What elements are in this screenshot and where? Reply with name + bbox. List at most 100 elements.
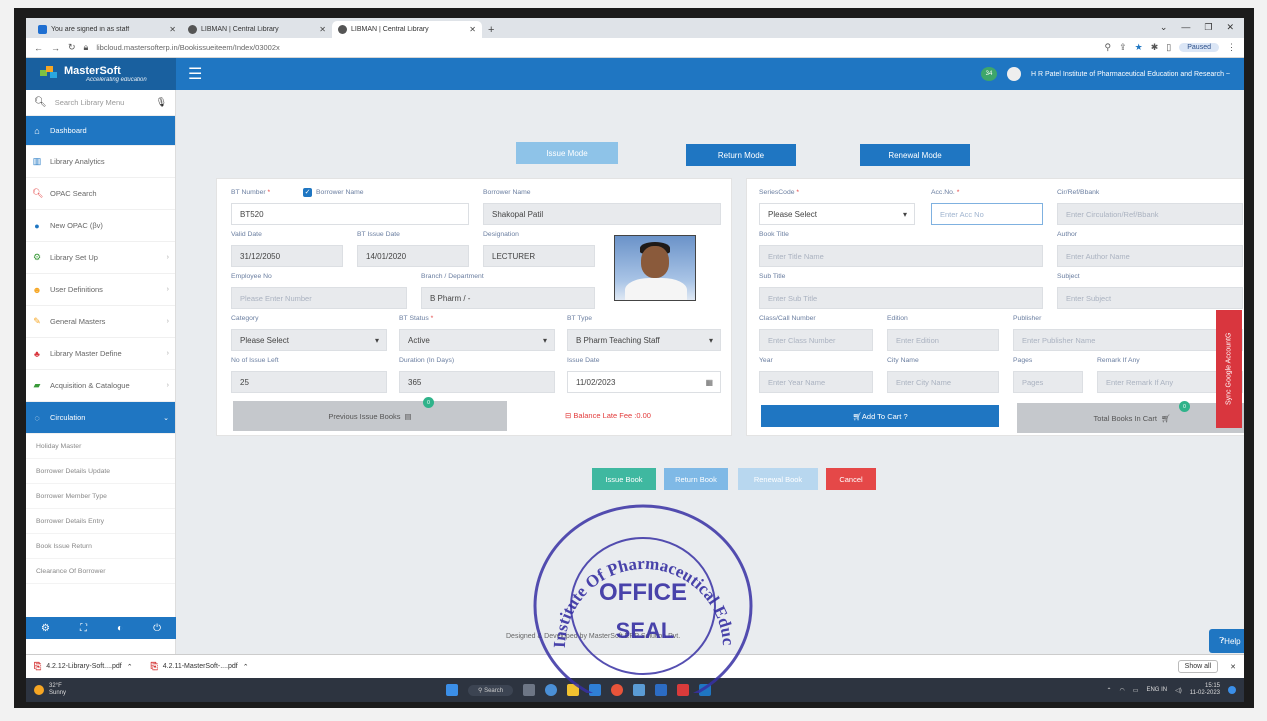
- sidebar-item-users[interactable]: ☻ User Definitions ›: [26, 274, 175, 306]
- subtitle-input[interactable]: Enter Sub Title: [759, 287, 1043, 309]
- reload-icon[interactable]: ↻: [68, 42, 76, 53]
- chevron-down-icon[interactable]: ⌄: [1160, 22, 1168, 33]
- app-icon[interactable]: [677, 684, 690, 696]
- new-tab-button[interactable]: +: [488, 24, 494, 36]
- hamburger-icon[interactable]: ☰: [188, 64, 202, 84]
- edge-icon[interactable]: [589, 684, 602, 696]
- settings-icon[interactable]: ⚙: [41, 623, 50, 634]
- kebab-menu-icon[interactable]: ⋮: [1227, 42, 1236, 53]
- chrome-icon[interactable]: [545, 684, 558, 696]
- sync-google-account-tab[interactable]: Sync Google Account G: [1216, 310, 1242, 428]
- renewal-mode-button[interactable]: Renewal Mode: [860, 144, 970, 166]
- chevron-up-icon[interactable]: ⌃: [127, 663, 133, 671]
- store-icon[interactable]: [655, 684, 668, 696]
- mail-icon[interactable]: [633, 684, 646, 696]
- sidebar-subitem[interactable]: Clearance Of Borrower: [26, 559, 175, 584]
- help-button[interactable]: ❓︎ Help: [1209, 629, 1244, 653]
- borrower-name-checkbox[interactable]: ✓ Borrower Name: [303, 188, 364, 197]
- sidebar-search[interactable]: 🔍︎ Search Library Menu 🎙︎: [26, 90, 175, 116]
- edition-input[interactable]: Enter Edition: [887, 329, 999, 351]
- clock-date[interactable]: 11-02-2023: [1190, 690, 1220, 697]
- category-select[interactable]: Please Select: [231, 329, 387, 351]
- return-book-button[interactable]: Return Book: [664, 468, 728, 490]
- calendar-icon[interactable]: ▦: [705, 378, 713, 387]
- acc-no-input[interactable]: Enter Acc No: [931, 203, 1043, 225]
- search-input[interactable]: Search Library Menu: [55, 98, 125, 107]
- city-input[interactable]: Enter City Name: [887, 371, 999, 393]
- windows-start-icon[interactable]: [446, 684, 458, 696]
- close-window-icon[interactable]: ✕: [1226, 22, 1234, 33]
- clock-time[interactable]: 15:15: [1190, 683, 1220, 690]
- sidebar-item-master-define[interactable]: ♣ Library Master Define ›: [26, 338, 175, 370]
- cancel-button[interactable]: Cancel: [826, 468, 876, 490]
- wifi-icon[interactable]: ◠: [1120, 687, 1125, 694]
- power-icon[interactable]: ⏻: [153, 623, 161, 634]
- show-all-button[interactable]: Show all: [1177, 660, 1219, 673]
- publisher-input[interactable]: Enter Publisher Name: [1013, 329, 1243, 351]
- close-icon[interactable]: ✕: [169, 25, 176, 34]
- institute-selector[interactable]: H R Patel Institute of Pharmaceutical Ed…: [1031, 71, 1230, 78]
- pages-input[interactable]: Pages: [1013, 371, 1083, 393]
- total-books-button[interactable]: Total Books In Cart 🛒︎: [1017, 403, 1244, 433]
- tray-chevron-icon[interactable]: ⌃: [1107, 687, 1112, 694]
- chrome-icon-2[interactable]: [611, 684, 624, 696]
- back-icon[interactable]: ←: [34, 43, 43, 53]
- issue-mode-button[interactable]: Issue Mode: [516, 142, 618, 164]
- maximize-icon[interactable]: ❐: [1204, 22, 1212, 33]
- hide-icon[interactable]: ◐: [117, 623, 123, 634]
- notification-dot-icon[interactable]: [1228, 686, 1236, 694]
- chevron-up-icon[interactable]: ⌃: [243, 663, 249, 671]
- add-to-cart-button[interactable]: 🛒︎ Add To Cart ?: [761, 405, 999, 427]
- display-icon[interactable]: ▭: [1133, 687, 1139, 694]
- book-title-input[interactable]: Enter Title Name: [759, 245, 1043, 267]
- author-input[interactable]: Enter Author Name: [1057, 245, 1243, 267]
- sidebar-item-new-opac[interactable]: ● New OPAC (βv): [26, 210, 175, 242]
- sidebar-item-analytics[interactable]: ▥ Library Analytics: [26, 146, 175, 178]
- weather-widget[interactable]: 32°F Sunny: [34, 683, 66, 696]
- sidebar-item-circulation[interactable]: ◌ Circulation ⌄: [26, 402, 175, 434]
- word-icon[interactable]: [699, 684, 712, 696]
- fullscreen-icon[interactable]: ⛶: [80, 623, 87, 634]
- profile-button[interactable]: Paused: [1179, 43, 1219, 52]
- download-item[interactable]: ⎘ 4.2.12-Library-Soft....pdf ⌃: [34, 661, 133, 672]
- browser-tab[interactable]: You are signed in as staff ✕: [32, 21, 182, 38]
- subject-input[interactable]: Enter Subject: [1057, 287, 1243, 309]
- browser-tab-active[interactable]: LIBMAN | Central Library ✕: [332, 21, 482, 38]
- close-icon[interactable]: ✕: [1230, 663, 1236, 671]
- close-icon[interactable]: ✕: [319, 25, 326, 34]
- close-icon[interactable]: ✕: [469, 25, 476, 34]
- class-input[interactable]: Enter Class Number: [759, 329, 873, 351]
- zoom-icon[interactable]: ⚲: [1105, 42, 1112, 53]
- microphone-icon[interactable]: 🎙︎: [156, 97, 167, 108]
- task-view-icon[interactable]: [523, 684, 536, 696]
- previous-issue-books-button[interactable]: Previous Issue Books ▤: [233, 401, 507, 431]
- return-mode-button[interactable]: Return Mode: [686, 144, 796, 166]
- forward-icon[interactable]: →: [51, 43, 60, 53]
- avatar[interactable]: [1006, 67, 1021, 81]
- sidebar-item-setup[interactable]: ⚙ Library Set Up ›: [26, 242, 175, 274]
- file-explorer-icon[interactable]: [567, 684, 580, 696]
- cir-input[interactable]: Enter Circulation/Ref/Bbank: [1057, 203, 1243, 225]
- bt-status-select[interactable]: Active: [399, 329, 555, 351]
- sidepanel-icon[interactable]: ▯: [1166, 42, 1171, 53]
- year-input[interactable]: Enter Year Name: [759, 371, 873, 393]
- star-icon[interactable]: ★: [1135, 42, 1143, 53]
- sidebar-subitem[interactable]: Borrower Details Entry: [26, 509, 175, 534]
- renewal-book-button[interactable]: Renewal Book: [738, 468, 818, 490]
- url-field[interactable]: libcloud.mastersofterp.in/Bookissueiteem…: [96, 43, 1096, 52]
- language-indicator[interactable]: ENG IN: [1146, 687, 1167, 693]
- speaker-icon[interactable]: ◁): [1175, 687, 1182, 694]
- sidebar-item-general[interactable]: ✎ General Masters ›: [26, 306, 175, 338]
- issue-date-input[interactable]: 11/02/2023 ▦: [567, 371, 721, 393]
- sidebar-subitem[interactable]: Book Issue Return: [26, 534, 175, 559]
- issue-book-button[interactable]: Issue Book: [592, 468, 656, 490]
- extensions-icon[interactable]: ✱: [1151, 42, 1159, 53]
- sidebar-item-opac[interactable]: 🔍︎ OPAC Search: [26, 178, 175, 210]
- series-select[interactable]: Please Select: [759, 203, 915, 225]
- bt-number-input[interactable]: BT520: [231, 203, 469, 225]
- checkbox-icon[interactable]: ✓: [303, 188, 312, 197]
- download-item[interactable]: ⎘ 4.2.11-MasterSoft-....pdf ⌃: [151, 661, 249, 672]
- share-icon[interactable]: ⇪: [1119, 42, 1127, 53]
- browser-tab[interactable]: LIBMAN | Central Library ✕: [182, 21, 332, 38]
- sidebar-subitem[interactable]: Holiday Master: [26, 434, 175, 459]
